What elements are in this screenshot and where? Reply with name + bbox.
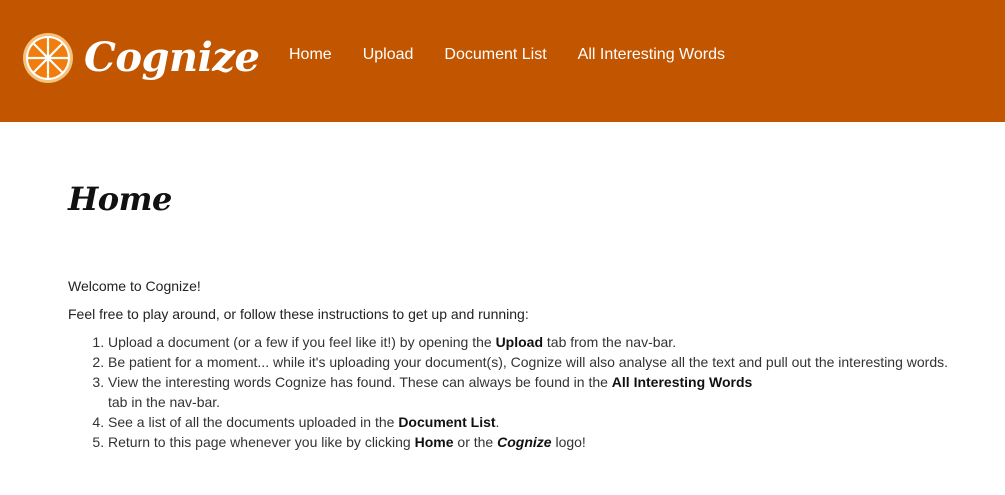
list-item: View the interesting words Cognize has f…	[108, 372, 1005, 412]
nav-upload[interactable]: Upload	[363, 45, 414, 65]
brand-name: Cognize	[84, 34, 260, 81]
step-text: logo!	[551, 434, 586, 450]
step-text: View the interesting words Cognize has f…	[108, 374, 612, 390]
step-text: or the	[453, 434, 498, 450]
list-item: See a list of all the documents uploaded…	[108, 412, 1005, 432]
list-item: Return to this page whenever you like by…	[108, 432, 1005, 452]
page-title: Home	[68, 180, 172, 218]
step-text: Upload a document (or a few if you feel …	[108, 334, 496, 350]
list-item: Upload a document (or a few if you feel …	[108, 332, 1005, 352]
nav-home[interactable]: Home	[289, 45, 332, 65]
nav-document-list[interactable]: Document List	[444, 45, 546, 65]
nav-all-interesting-words[interactable]: All Interesting Words	[578, 45, 725, 65]
welcome-text: Welcome to Cognize!	[68, 278, 201, 294]
step-text: tab from the nav-bar.	[543, 334, 677, 350]
list-item: Be patient for a moment... while it's up…	[108, 352, 1005, 372]
step-bold-italic: Cognize	[497, 434, 552, 450]
main-content: Home Welcome to Cognize! Feel free to pl…	[68, 180, 968, 450]
orange-slice-icon	[23, 33, 73, 83]
instructions-list: Upload a document (or a few if you feel …	[68, 332, 1005, 452]
step-bold: Home	[414, 434, 454, 450]
step-text: tab in the nav-bar.	[108, 394, 221, 410]
step-bold: Upload	[495, 334, 544, 350]
step-bold: Document List	[398, 414, 496, 430]
nav-menu: Home Upload Document List All Interestin…	[289, 45, 756, 65]
step-text: Be patient for a moment... while it's up…	[108, 354, 949, 370]
step-text: Return to this page whenever you like by…	[108, 434, 415, 450]
step-bold: All Interesting Words	[611, 374, 753, 390]
brand-logo-link[interactable]: Cognize	[22, 30, 260, 86]
navbar: Cognize Home Upload Document List All In…	[0, 0, 1005, 122]
step-text: .	[495, 414, 500, 430]
step-text: See a list of all the documents uploaded…	[108, 414, 399, 430]
intro-text: Feel free to play around, or follow thes…	[68, 306, 529, 322]
